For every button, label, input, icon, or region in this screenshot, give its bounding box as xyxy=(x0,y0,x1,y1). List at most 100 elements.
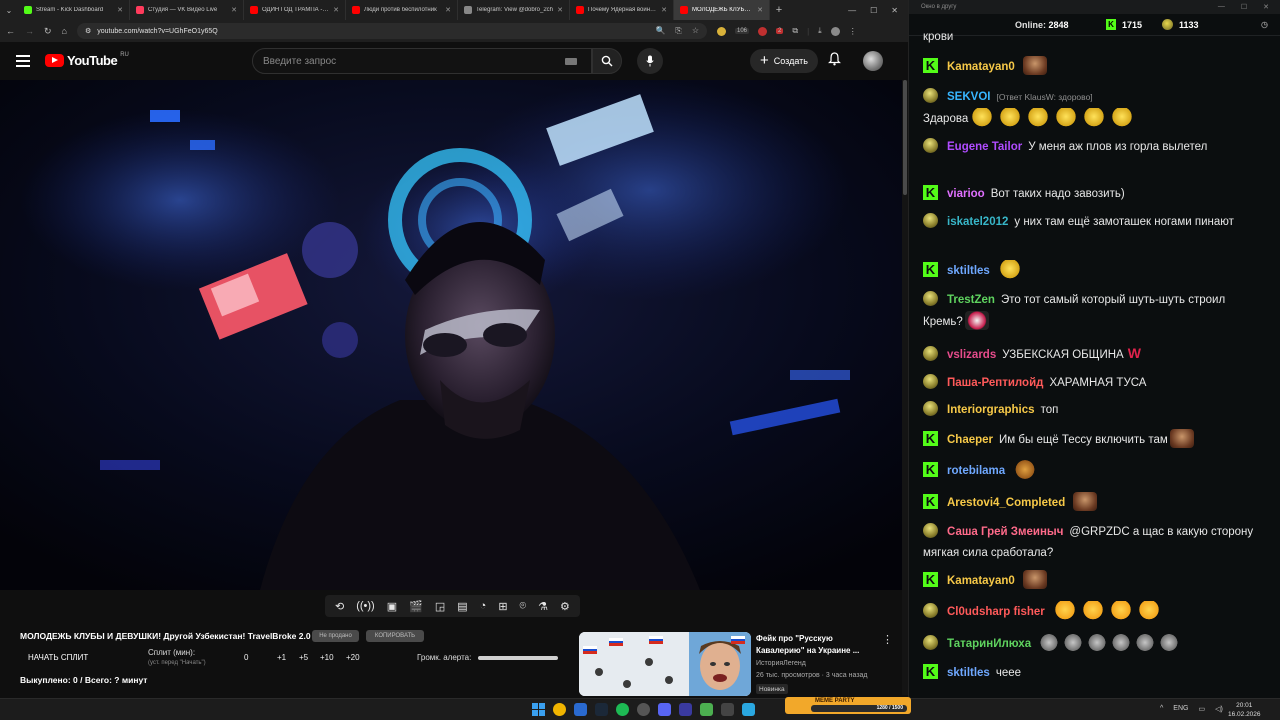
spotify-icon[interactable] xyxy=(616,703,629,716)
meme-party-widget[interactable]: MEME PARTY 1280 / 1500 xyxy=(785,697,911,714)
split-plus-5-button[interactable]: +5 xyxy=(299,653,308,662)
chat-username[interactable]: Паша-Рептилойд xyxy=(947,377,1043,389)
address-bar[interactable]: ⚙ youtube.com/watch?v=UGhFeO1y65Q 🔍 ⎘ ☆ xyxy=(76,23,707,39)
alert-volume-slider[interactable] xyxy=(478,656,558,660)
language-indicator[interactable]: ENG xyxy=(1173,705,1188,713)
copy-button[interactable]: КОПИРОВАТЬ xyxy=(366,630,424,642)
tab-close-icon[interactable]: ✕ xyxy=(661,6,667,14)
extension-icon[interactable] xyxy=(758,26,767,36)
obs-icon[interactable] xyxy=(637,703,650,716)
chat-username[interactable]: sktiltles xyxy=(947,265,990,277)
tray-chevron-icon[interactable]: ^ xyxy=(1160,705,1163,713)
chrome-icon[interactable] xyxy=(553,703,566,716)
notifications-bell-icon[interactable] xyxy=(828,52,841,69)
browser-tab[interactable]: Люди против беспилотник ✕ xyxy=(346,0,458,20)
keyboard-icon[interactable] xyxy=(565,57,577,65)
flask-icon[interactable]: ⚗ xyxy=(538,600,548,613)
extension-icon[interactable] xyxy=(716,26,726,36)
chat-username[interactable]: sktiltles xyxy=(947,667,990,679)
scrollbar-thumb[interactable] xyxy=(903,80,907,195)
app-icon[interactable] xyxy=(679,703,692,716)
discord-icon[interactable] xyxy=(658,703,671,716)
split-plus-20-button[interactable]: +20 xyxy=(346,653,360,662)
broadcast-icon[interactable]: ((•)) xyxy=(356,600,375,612)
hamburger-menu-icon[interactable] xyxy=(16,55,30,70)
profile-avatar[interactable] xyxy=(830,26,840,36)
browser-tab[interactable]: Stream - Kick Dashboard ✕ xyxy=(18,0,130,20)
recommended-channel[interactable]: ИсторияЛегенд xyxy=(756,660,806,667)
chat-username[interactable]: SEKVOI xyxy=(947,91,990,103)
recommended-thumbnail[interactable] xyxy=(579,632,751,696)
minimize-icon[interactable]: — xyxy=(848,6,856,15)
chat-username[interactable]: Chaeper xyxy=(947,434,993,446)
maximize-icon[interactable]: ☐ xyxy=(1241,3,1247,11)
tab-search-icon[interactable]: ⌄ xyxy=(0,0,18,20)
tab-close-icon[interactable]: ✕ xyxy=(757,6,763,14)
network-icon[interactable]: ▭ xyxy=(1198,705,1205,713)
frames-icon[interactable]: ▤ xyxy=(457,600,467,613)
chat-username[interactable]: Interiorgraphics xyxy=(947,404,1035,416)
browser-tab[interactable]: Telegram: View @dobro_2ch ✕ xyxy=(458,0,570,20)
search-button[interactable] xyxy=(592,48,622,74)
chat-username[interactable]: vslizards xyxy=(947,349,996,361)
explorer-icon[interactable] xyxy=(574,703,587,716)
close-icon[interactable]: ✕ xyxy=(1263,3,1269,11)
tab-close-icon[interactable]: ✕ xyxy=(445,6,451,14)
tab-close-icon[interactable]: ✕ xyxy=(231,6,237,14)
chat-username[interactable]: Kamatayan0 xyxy=(947,61,1015,73)
bookmark-star-icon[interactable]: ☆ xyxy=(692,26,699,36)
recommended-title[interactable]: Фейк про "Русскую Кавалерию" на Украине … xyxy=(756,633,876,657)
chat-username[interactable]: Cl0udsharp fisher xyxy=(947,606,1045,618)
chat-username[interactable]: iskatel2012 xyxy=(947,216,1008,228)
zoom-icon[interactable]: 🔍 xyxy=(655,26,665,36)
settings-gear-icon[interactable]: ⚙ xyxy=(560,600,570,613)
minimize-icon[interactable]: — xyxy=(1218,3,1225,11)
system-clock[interactable]: 20:01 16.02.2026 xyxy=(1228,701,1261,719)
browser-tab[interactable]: МОЛОДЕЖЬ КЛУБЫ И Д ✕ xyxy=(674,0,770,20)
chat-username[interactable]: Kamatayan0 xyxy=(947,575,1015,587)
screen-record-icon[interactable]: ▣ xyxy=(387,600,397,613)
create-button[interactable]: + Создать xyxy=(750,49,818,73)
new-tab-button[interactable]: + xyxy=(770,4,788,16)
download-icon[interactable]: ⤓ xyxy=(818,26,822,36)
volume-icon[interactable]: ◁) xyxy=(1215,705,1223,713)
screenshot-camera-icon[interactable]: ⌾ xyxy=(520,600,527,613)
browser-tab[interactable]: Почему Ядерная война уж ✕ xyxy=(570,0,674,20)
maximize-icon[interactable]: ☐ xyxy=(870,6,877,15)
split-plus-1-button[interactable]: +1 xyxy=(277,653,286,662)
chat-username[interactable]: Саша Грей Змеиныч xyxy=(947,526,1063,538)
install-icon[interactable]: ⎘ xyxy=(675,26,681,36)
split-plus-10-button[interactable]: +10 xyxy=(320,653,334,662)
chat-username[interactable]: Eugene Tailor xyxy=(947,141,1022,153)
search-input[interactable]: Введите запрос xyxy=(252,48,592,74)
browser-tab[interactable]: Студия — VK Видео Live ✕ xyxy=(130,0,244,20)
steam-icon[interactable] xyxy=(595,703,608,716)
menu-kebab-icon[interactable]: ⋮ xyxy=(849,27,857,36)
clapper-icon[interactable]: 🎬 xyxy=(409,600,423,613)
add-clip-icon[interactable]: ⊞ xyxy=(498,600,507,613)
speed-gauge-icon[interactable]: ◔ xyxy=(480,600,487,612)
browser-tab[interactable]: ОДИН ГОД ТРАМПА - YouT ✕ xyxy=(244,0,346,20)
home-icon[interactable]: ⌂ xyxy=(62,26,67,36)
app-icon[interactable] xyxy=(721,703,734,716)
windows-start-icon[interactable] xyxy=(532,703,545,716)
youtube-logo[interactable]: YouTube RU xyxy=(45,52,129,68)
split-value-0[interactable]: 0 xyxy=(244,653,248,662)
tab-close-icon[interactable]: ✕ xyxy=(557,6,563,14)
forward-icon[interactable]: → xyxy=(25,26,34,36)
start-split-button[interactable]: НАЧАТЬ СПЛИТ xyxy=(28,653,88,662)
reload-icon[interactable]: ↻ xyxy=(44,26,52,37)
pip-icon[interactable]: ◲ xyxy=(435,600,445,613)
app-icon[interactable] xyxy=(700,703,713,716)
back-icon[interactable]: ← xyxy=(6,26,15,36)
close-icon[interactable]: ✕ xyxy=(891,6,898,15)
chat-username[interactable]: Arestovi4_Completed xyxy=(947,497,1065,509)
video-player[interactable] xyxy=(0,80,902,590)
account-avatar[interactable] xyxy=(863,51,883,71)
loop-icon[interactable]: ⟲ xyxy=(335,600,344,613)
site-info-icon[interactable]: ⚙ xyxy=(85,27,91,35)
chat-username[interactable]: rotebilama xyxy=(947,465,1005,477)
chat-username[interactable]: ТатаринИлюха xyxy=(947,638,1031,650)
tab-close-icon[interactable]: ✕ xyxy=(333,6,339,14)
not-sold-button[interactable]: Не продано xyxy=(312,630,359,642)
